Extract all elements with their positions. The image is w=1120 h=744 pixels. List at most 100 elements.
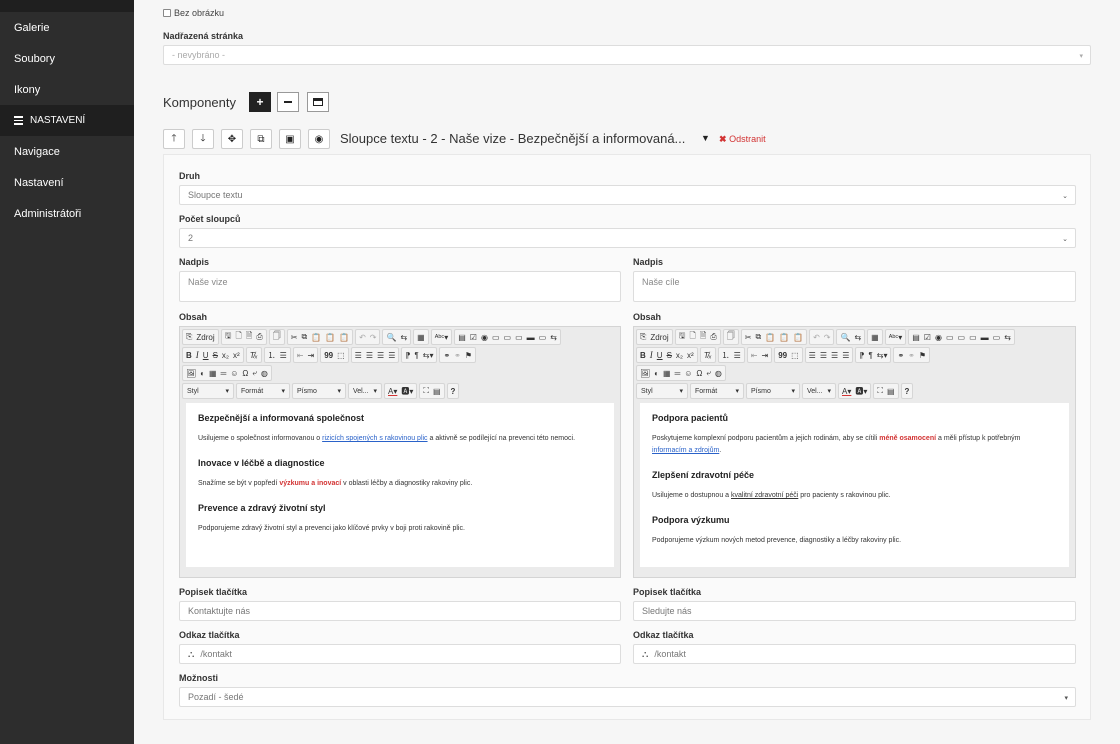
plus-icon: + [256, 95, 264, 109]
select-all-button[interactable]: ▦ [413, 329, 429, 345]
form-tools[interactable]: ▤ ☑ ◉ ▭ ▭ ▭ ▬ ▭ ⇆ [454, 329, 561, 345]
collapse-components-button[interactable] [277, 92, 299, 112]
sidebar-item-galerie[interactable]: Galerie [0, 12, 134, 43]
template-button[interactable]: 🗍 [268, 329, 285, 345]
blockquote-icon: 99 [324, 350, 334, 360]
sidebar-item-label: Administrátoři [14, 207, 82, 220]
text-span: Usilujeme o dostupnou a [652, 492, 731, 499]
editor-toolbar-row: 🖼 ◐ ▦ ═ ☺ Ω ⤶ ◍ [636, 365, 726, 381]
view-tools[interactable]: ⛶ ▤ [873, 383, 899, 399]
spellcheck-button[interactable]: ᴬᵇᶜ▾ [430, 329, 453, 345]
find-tools[interactable]: 🔍 ⇆ [836, 329, 866, 345]
undo-redo-tools[interactable]: ↶ ↷ [809, 329, 835, 345]
align-tools[interactable]: ☰ ☰ ☰ ☰ [350, 347, 400, 363]
clipboard-tools[interactable]: ✂ ⧉ 📋 📋 📋 [740, 329, 808, 345]
link-tools[interactable]: ⚭ ⚭ ⚑ [893, 347, 931, 363]
style-dropdown[interactable]: Styl ▾ [182, 383, 234, 399]
format-dropdown[interactable]: Formát ▾ [690, 383, 744, 399]
help-icon: ? [904, 386, 910, 396]
basic-style-tools[interactable]: B I U Sx₂ x² [182, 347, 244, 363]
spellcheck-button[interactable]: ᴬᵇᶜ▾ [884, 329, 907, 345]
chevron-down-icon: ▾ [679, 388, 683, 395]
no-image-checkbox[interactable] [163, 9, 171, 17]
sidebar-item-label: Nastavení [14, 176, 64, 189]
col1-heading-textarea[interactable]: Naše vize [179, 271, 621, 302]
expand-components-button[interactable] [307, 92, 329, 112]
content-heading: Inovace v léčbě a diagnostice [198, 458, 325, 468]
select-all-button[interactable]: ▦ [867, 329, 883, 345]
indent-tools[interactable]: ⇤ ⇥ [292, 347, 319, 363]
form-tools[interactable]: ▤ ☑ ◉ ▭ ▭ ▭ ▬ ▭ ⇆ [908, 329, 1015, 345]
sidebar-item-ikony[interactable]: Ikony [0, 74, 134, 105]
sidebar-item-label: Ikony [14, 83, 41, 96]
text-color-icon: A▾ [842, 386, 852, 396]
font-dropdown[interactable]: Písmo ▾ [746, 383, 800, 399]
insert-tools[interactable]: 🖼 ◐ ▦ ═ ☺ Ω ⤶ ◍ [182, 365, 272, 381]
help-button[interactable]: ? [900, 383, 914, 399]
source-button[interactable]: ⎘ Zdroj [182, 329, 219, 345]
color-tools[interactable]: A▾ 🅰▾ [838, 383, 872, 399]
sidebar-item-nastaveni-section[interactable]: NASTAVENÍ [0, 105, 134, 136]
sidebar-item-nastaveni[interactable]: Nastavení [0, 167, 134, 198]
direction-tools[interactable]: ⁋ ¶ ⇆▾ [855, 347, 892, 363]
document-tools[interactable]: 🖫 🗋 🗎 ⎙ [220, 329, 267, 345]
content-link[interactable]: rizicích spojených s rakovinou plic [322, 435, 427, 442]
source-label: Zdroj [196, 332, 215, 342]
drag-button[interactable]: ✥ [221, 129, 243, 149]
font-dropdown[interactable]: Písmo ▾ [292, 383, 346, 399]
document-tools[interactable]: 🖫 🗋 🗎 ⎙ [674, 329, 721, 345]
view-tools[interactable]: ⛶ ▤ [419, 383, 445, 399]
insert-tools[interactable]: 🖼 ◐ ▦ ═ ☺ Ω ⤶ ◍ [636, 365, 726, 381]
remove-format-button[interactable]: T̸ₓ [245, 347, 262, 363]
chevron-down-icon: ▾ [281, 388, 285, 395]
duplicate-button[interactable]: ⧉ [250, 129, 272, 149]
col1-button-link-input[interactable]: ⛬ /kontakt [179, 644, 621, 664]
move-down-button[interactable]: 🡓 [192, 129, 214, 149]
col2-button-link-input[interactable]: ⛬ /kontakt [633, 644, 1076, 664]
list-tools[interactable]: ⒈ ☰ [263, 347, 291, 363]
clipboard-tools[interactable]: ✂ ⧉ 📋 📋 📋 [286, 329, 354, 345]
col2-button-label-input[interactable]: Sledujte nás [633, 601, 1076, 621]
parent-page-select[interactable]: - nevybráno - ▾ [163, 45, 1091, 65]
preview-button[interactable]: ◉ [308, 129, 330, 149]
help-button[interactable]: ? [446, 383, 460, 399]
format-dropdown[interactable]: Formát ▾ [236, 383, 290, 399]
columns-count-select[interactable]: 2 ⌄ [179, 228, 1076, 248]
col1-editor-content[interactable]: Bezpečnější a informovaná společnost Usi… [186, 403, 614, 567]
paste-button[interactable]: ▣ [279, 129, 301, 149]
color-tools[interactable]: A▾ 🅰▾ [384, 383, 418, 399]
size-dropdown[interactable]: Vel... ▾ [348, 383, 382, 399]
sidebar-item-administratori[interactable]: Administrátoři [0, 198, 134, 229]
component-dropdown-icon[interactable]: ▼ [701, 133, 710, 143]
list-tools[interactable]: ⒈ ☰ [717, 347, 745, 363]
col1-button-label-input[interactable]: Kontaktujte nás [179, 601, 621, 621]
remove-format-button[interactable]: T̸ₓ [699, 347, 716, 363]
options-select[interactable]: Pozadí - šedé ▾ [179, 687, 1076, 707]
indent-tools[interactable]: ⇤ ⇥ [746, 347, 773, 363]
select-all-icon: ▦ [417, 332, 425, 342]
size-dropdown[interactable]: Vel... ▾ [802, 383, 836, 399]
type-select[interactable]: Sloupce textu ⌄ [179, 185, 1076, 205]
add-component-button[interactable]: + [249, 92, 271, 112]
link-tools[interactable]: ⚭ ⚭ ⚑ [439, 347, 477, 363]
block-tools[interactable]: 99 ⬚ [320, 347, 349, 363]
chevron-down-icon: ▾ [735, 388, 739, 395]
sidebar-item-soubory[interactable]: Soubory [0, 43, 134, 74]
col2-button-label-value: Sledujte nás [642, 606, 692, 616]
content-link[interactable]: informacím a zdrojům [652, 447, 719, 454]
redo-icon: ↷ [369, 332, 377, 342]
col2-heading-textarea[interactable]: Naše cíle [633, 271, 1076, 302]
move-up-button[interactable]: 🡑 [163, 129, 185, 149]
direction-tools[interactable]: ⁋ ¶ ⇆▾ [401, 347, 438, 363]
sidebar-item-navigace[interactable]: Navigace [0, 136, 134, 167]
source-button[interactable]: ⎘ Zdroj [636, 329, 673, 345]
undo-redo-tools[interactable]: ↶ ↷ [355, 329, 381, 345]
col2-editor-content[interactable]: Podpora pacientů Poskytujeme komplexní p… [640, 403, 1069, 567]
block-tools[interactable]: 99 ⬚ [774, 347, 803, 363]
align-tools[interactable]: ☰ ☰ ☰ ☰ [804, 347, 854, 363]
remove-component-link[interactable]: ✖ Odstranit [719, 134, 766, 145]
style-dropdown[interactable]: Styl ▾ [636, 383, 688, 399]
find-tools[interactable]: 🔍 ⇆ [382, 329, 412, 345]
basic-style-tools[interactable]: B I U Sx₂ x² [636, 347, 698, 363]
template-button[interactable]: 🗍 [722, 329, 739, 345]
